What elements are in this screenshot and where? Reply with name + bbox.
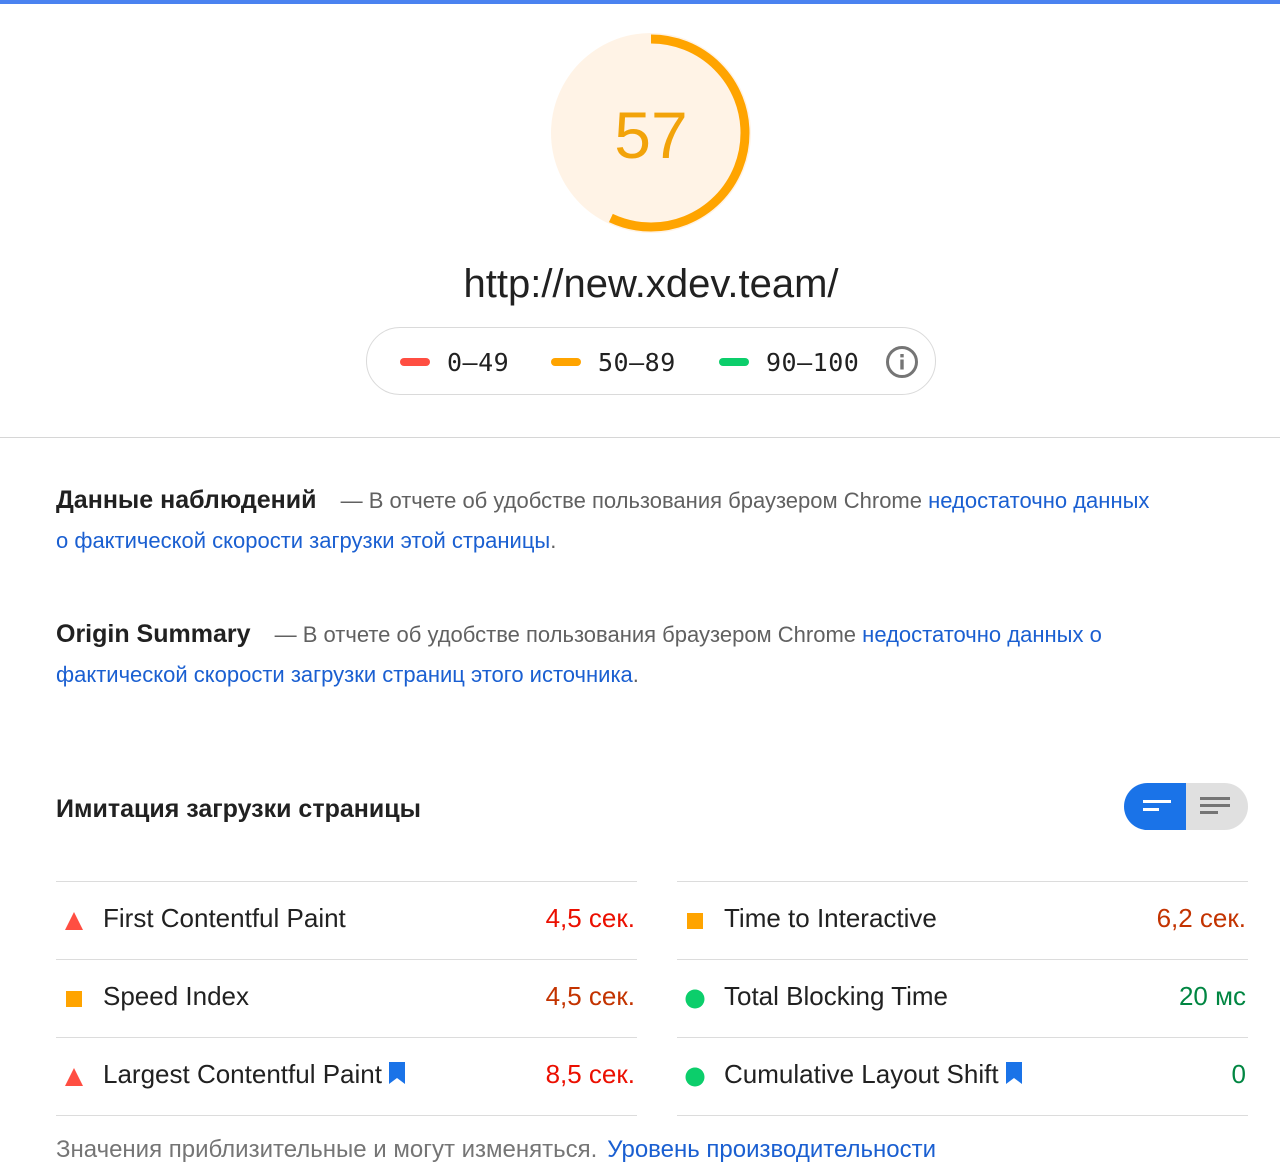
fail-triangle-icon <box>65 912 83 930</box>
pass-circle-icon <box>685 989 705 1009</box>
legend-item-fail: 0–49 <box>400 328 509 396</box>
metric-label: Total Blocking Time <box>724 981 948 1012</box>
origin-summary-period: . <box>632 662 639 687</box>
bookmark-icon <box>1005 1062 1022 1085</box>
metrics-view-toggle <box>1124 783 1248 830</box>
metric-row: Time to Interactive 6,2 сек. <box>677 881 1248 959</box>
pass-circle-icon <box>685 1067 705 1087</box>
legend-average-swatch <box>551 358 581 366</box>
metric-label-text: Total Blocking Time <box>724 981 948 1011</box>
page-url: http://new.xdev.team/ <box>463 262 839 306</box>
metric-row: Speed Index 4,5 сек. <box>56 959 637 1037</box>
legend-fail-range: 0–49 <box>447 347 510 377</box>
metric-label: Time to Interactive <box>724 903 937 934</box>
footnote-text: Значения приблизительные и могут изменят… <box>56 1136 598 1163</box>
metric-row: Largest Contentful Paint 8,5 сек. <box>56 1037 637 1116</box>
legend-fail-swatch <box>400 358 430 366</box>
expanded-view-icon <box>1200 797 1230 814</box>
metric-label-text: Cumulative Layout Shift <box>724 1059 999 1089</box>
average-square-icon <box>687 913 703 929</box>
field-data-text: — В отчете об удобстве пользования брауз… <box>340 488 922 513</box>
metric-value: 4,5 сек. <box>545 981 635 1011</box>
metric-label: Largest Contentful Paint <box>103 1059 406 1090</box>
metric-label-text: First Contentful Paint <box>103 903 346 933</box>
legend-pass-swatch <box>719 358 749 366</box>
average-square-icon <box>66 991 82 1007</box>
score-scale-legend: 0–49 50–89 90–100 <box>366 327 936 395</box>
legend-item-average: 50–89 <box>551 328 676 396</box>
metric-value: 6,2 сек. <box>1156 903 1246 933</box>
performance-score-gauge: 57 <box>548 30 754 236</box>
compact-view-icon <box>1143 800 1171 811</box>
fail-triangle-icon <box>65 1068 83 1086</box>
metric-label-text: Time to Interactive <box>724 903 937 933</box>
origin-summary-title: Origin Summary <box>56 620 251 648</box>
section-divider <box>0 437 1280 438</box>
metric-value: 20 мс <box>1178 981 1246 1011</box>
metrics-right-column: Time to Interactive 6,2 сек. Total Blockin… <box>677 881 1248 1116</box>
metric-value: 4,5 сек. <box>545 903 635 933</box>
top-accent-bar <box>0 0 1280 4</box>
legend-item-pass: 90–100 <box>719 328 859 396</box>
metric-label: First Contentful Paint <box>103 903 346 934</box>
metric-row: Total Blocking Time 20 мс <box>677 959 1248 1037</box>
metric-row: Cumulative Layout Shift 0 <box>677 1037 1248 1116</box>
footnote-link[interactable]: Уровень производительности <box>607 1136 936 1163</box>
footnote: Значения приблизительные и могут изменят… <box>56 1136 936 1164</box>
origin-summary-section: Origin Summary — В отчете об удобстве по… <box>56 614 1166 695</box>
metrics-left-column: First Contentful Paint 4,5 сек. Speed Inde… <box>56 881 637 1116</box>
metric-label: Speed Index <box>103 981 249 1012</box>
metric-label-text: Speed Index <box>103 981 250 1011</box>
expanded-view-button[interactable] <box>1186 783 1248 830</box>
metric-value: 0 <box>1231 1059 1246 1089</box>
metric-value: 8,5 сек. <box>545 1059 635 1089</box>
legend-pass-range: 90–100 <box>766 347 860 377</box>
bookmark-icon <box>388 1062 405 1085</box>
field-data-title: Данные наблюдений <box>56 486 317 514</box>
metric-row: First Contentful Paint 4,5 сек. <box>56 881 637 959</box>
metric-label: Cumulative Layout Shift <box>724 1059 1023 1090</box>
field-data-section: Данные наблюдений — В отчете об удобстве… <box>56 480 1166 561</box>
metric-label-text: Largest Contentful Paint <box>103 1059 382 1089</box>
compact-view-button[interactable] <box>1124 783 1186 830</box>
lab-data-title: Имитация загрузки страницы <box>56 795 421 823</box>
performance-score: 57 <box>614 98 688 172</box>
info-icon[interactable] <box>885 345 919 379</box>
legend-average-range: 50–89 <box>598 347 676 377</box>
field-data-period: . <box>550 528 557 553</box>
origin-summary-text: — В отчете об удобстве пользования брауз… <box>274 622 857 647</box>
